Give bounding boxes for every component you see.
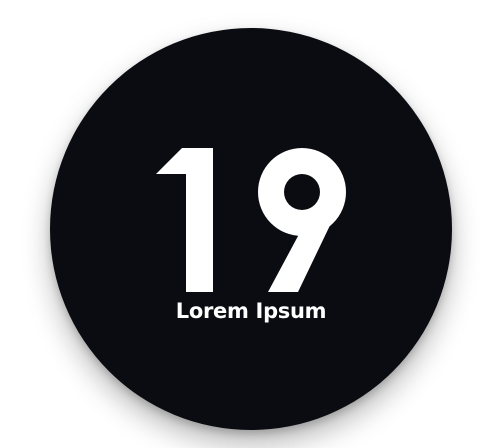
badge-caption: Lorem Ipsum — [175, 299, 327, 323]
badge-number-text: 19 — [0, 0, 1, 1]
badge-stage: 19 Lorem Ipsum — [0, 0, 502, 448]
digit-nine-glyph — [258, 148, 346, 292]
digit-one-glyph — [156, 148, 213, 292]
badge-number — [156, 148, 346, 292]
